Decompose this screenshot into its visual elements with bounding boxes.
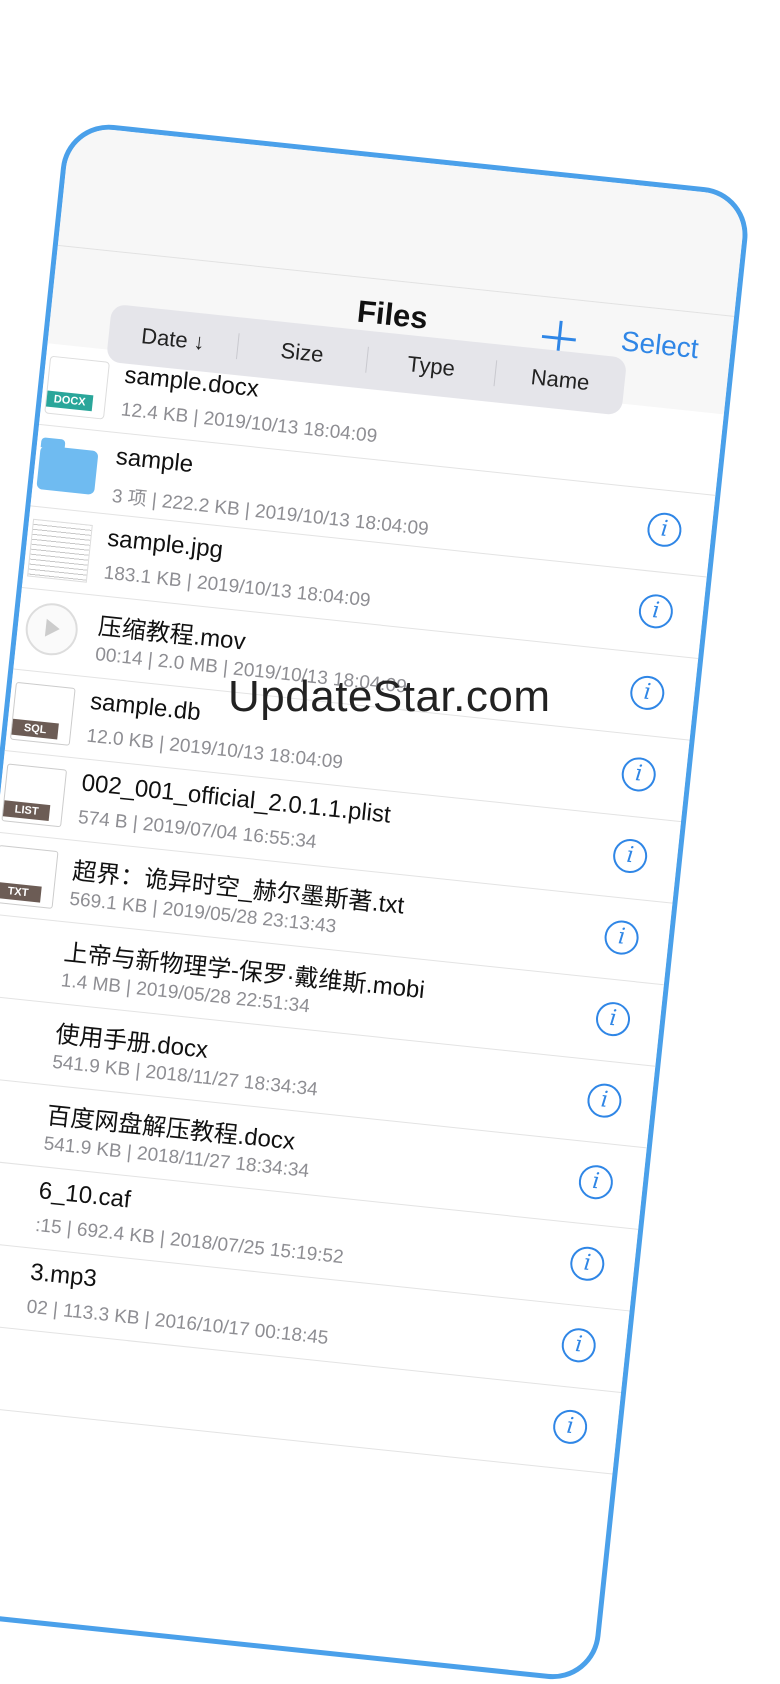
- info-icon[interactable]: i: [628, 674, 666, 712]
- select-button[interactable]: Select: [619, 325, 701, 365]
- file-name: 3.mp3: [28, 1258, 99, 1293]
- phone-frame: Files Select Date ↓ Size Type Name DOCX s…: [0, 120, 753, 1684]
- info-icon[interactable]: i: [594, 1000, 632, 1038]
- file-type-tag: LIST: [2, 800, 51, 822]
- folder-file-icon: [36, 445, 99, 495]
- file-list: DOCX sample.docx 12.4 KB | 2019/10/13 18:0…: [0, 343, 724, 1475]
- file-type-tag: SQL: [11, 718, 59, 740]
- file-name: sample: [114, 443, 195, 479]
- jpg-file-icon: [27, 518, 93, 583]
- doc-file-icon: LIST: [1, 763, 68, 828]
- watermark: UpdateStar.com: [228, 672, 551, 721]
- blank-file-icon: [0, 1171, 23, 1233]
- info-icon[interactable]: i: [585, 1081, 624, 1120]
- file-name: 6_10.caf: [37, 1177, 132, 1214]
- file-name: sample.jpg: [106, 524, 225, 564]
- mov-file-icon: [23, 600, 81, 658]
- blank-file-icon: [0, 1252, 14, 1315]
- blank-file-icon: [0, 1089, 31, 1152]
- blank-file-icon: [0, 1008, 40, 1070]
- docx-file-icon: DOCX: [44, 355, 110, 420]
- file-type-tag: DOCX: [45, 390, 94, 412]
- info-icon[interactable]: i: [568, 1245, 606, 1283]
- info-icon[interactable]: i: [577, 1163, 615, 1201]
- info-icon[interactable]: i: [551, 1408, 589, 1446]
- file-name: sample.docx: [123, 361, 261, 403]
- blank-file-icon: [0, 926, 48, 989]
- doc-file-icon: TXT: [0, 844, 59, 909]
- info-icon[interactable]: i: [620, 755, 658, 794]
- info-icon[interactable]: i: [602, 918, 641, 957]
- info-icon[interactable]: i: [637, 592, 675, 631]
- info-icon[interactable]: i: [611, 837, 649, 875]
- info-icon[interactable]: i: [645, 511, 684, 549]
- play-icon: [44, 618, 61, 639]
- file-name: sample.db: [88, 687, 202, 727]
- file-type-tag: TXT: [0, 881, 42, 903]
- info-icon[interactable]: i: [560, 1326, 598, 1364]
- doc-file-icon: SQL: [9, 681, 76, 746]
